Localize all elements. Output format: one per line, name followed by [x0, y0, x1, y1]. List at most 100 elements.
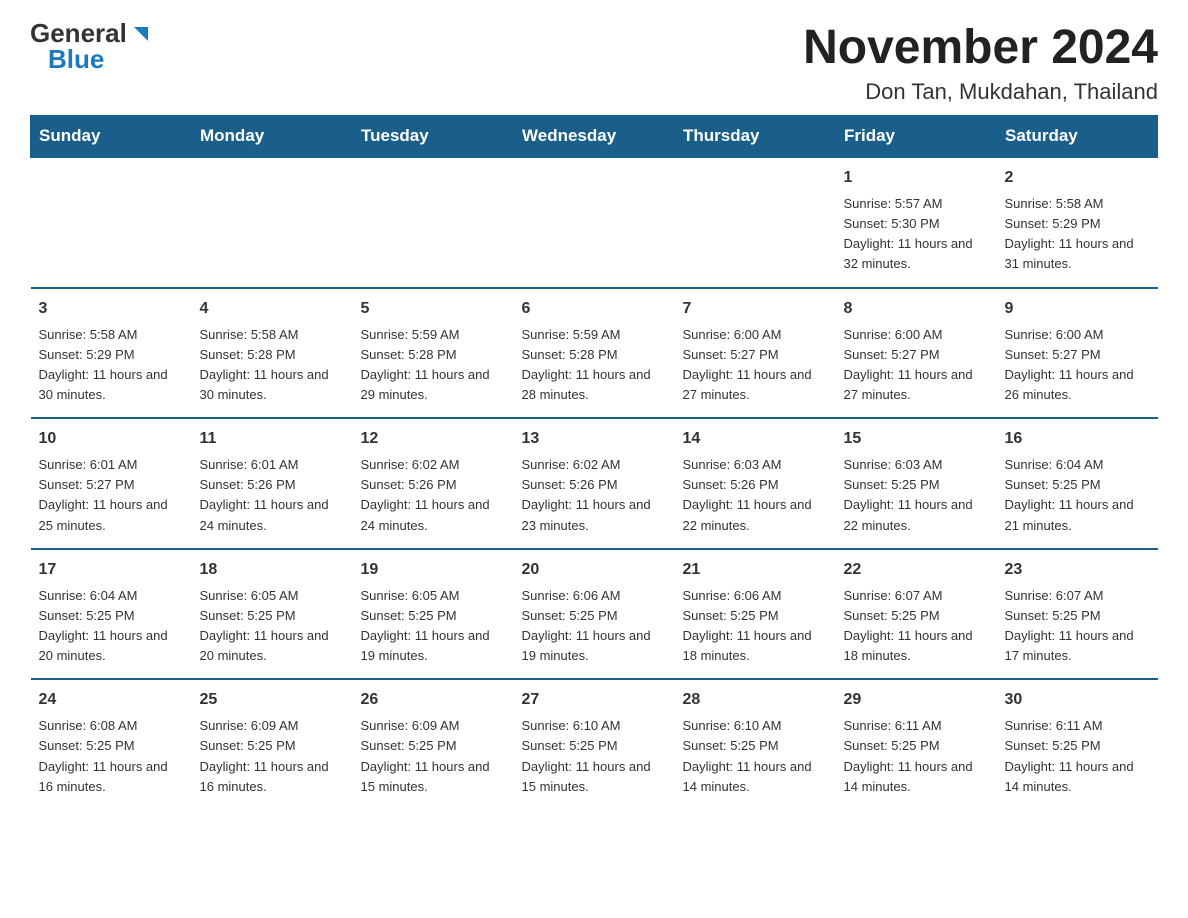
table-row: 6 Sunrise: 5:59 AMSunset: 5:28 PMDaylight… [514, 288, 675, 419]
table-row: 24 Sunrise: 6:08 AMSunset: 5:25 PMDayligh… [31, 679, 192, 809]
day-number: 30 [1005, 688, 1150, 712]
logo: General Blue [30, 20, 152, 73]
table-row: 17Sunrise: 6:04 AMSunset: 5:25 PMDayligh… [31, 549, 192, 680]
day-number: 12 [361, 427, 506, 451]
day-detail: Sunrise: 6:08 AMSunset: 5:25 PMDaylight:… [39, 716, 184, 797]
table-row: 30 Sunrise: 6:11 AMSunset: 5:25 PMDayligh… [997, 679, 1158, 809]
day-number: 19 [361, 558, 506, 582]
day-number: 21 [683, 558, 828, 582]
day-number: 17 [39, 558, 184, 582]
table-row: 16 Sunrise: 6:04 AMSunset: 5:25 PMDayligh… [997, 418, 1158, 549]
day-number: 4 [200, 297, 345, 321]
table-row [353, 157, 514, 288]
logo-triangle-icon [130, 23, 152, 45]
table-row: 20Sunrise: 6:06 AMSunset: 5:25 PMDayligh… [514, 549, 675, 680]
day-number: 6 [522, 297, 667, 321]
table-row: 14 Sunrise: 6:03 AMSunset: 5:26 PMDayligh… [675, 418, 836, 549]
table-row [675, 157, 836, 288]
day-number: 18 [200, 558, 345, 582]
day-detail: Sunrise: 6:01 AMSunset: 5:26 PMDaylight:… [200, 455, 345, 536]
table-row: 8Sunrise: 6:00 AMSunset: 5:27 PMDaylight… [836, 288, 997, 419]
day-number: 26 [361, 688, 506, 712]
header-tuesday: Tuesday [353, 116, 514, 158]
table-row: 1 Sunrise: 5:57 AMSunset: 5:30 PMDaylight… [836, 157, 997, 288]
day-number: 5 [361, 297, 506, 321]
day-detail: Sunrise: 6:00 AMSunset: 5:27 PMDaylight:… [683, 325, 828, 406]
day-detail: Sunrise: 6:06 AMSunset: 5:25 PMDaylight:… [683, 586, 828, 667]
day-number: 27 [522, 688, 667, 712]
table-row: 26 Sunrise: 6:09 AMSunset: 5:25 PMDayligh… [353, 679, 514, 809]
table-row [514, 157, 675, 288]
day-number: 13 [522, 427, 667, 451]
day-detail: Sunrise: 6:07 AMSunset: 5:25 PMDaylight:… [1005, 586, 1150, 667]
day-detail: Sunrise: 6:11 AMSunset: 5:25 PMDaylight:… [1005, 716, 1150, 797]
logo-blue-text: Blue [48, 44, 104, 74]
day-number: 28 [683, 688, 828, 712]
header-saturday: Saturday [997, 116, 1158, 158]
day-number: 10 [39, 427, 184, 451]
day-detail: Sunrise: 6:01 AMSunset: 5:27 PMDaylight:… [39, 455, 184, 536]
day-detail: Sunrise: 5:59 AMSunset: 5:28 PMDaylight:… [361, 325, 506, 406]
table-row: 25Sunrise: 6:09 AMSunset: 5:25 PMDayligh… [192, 679, 353, 809]
table-row: 22 Sunrise: 6:07 AMSunset: 5:25 PMDayligh… [836, 549, 997, 680]
day-number: 1 [844, 166, 989, 190]
table-row: 5 Sunrise: 5:59 AMSunset: 5:28 PMDaylight… [353, 288, 514, 419]
day-number: 29 [844, 688, 989, 712]
day-detail: Sunrise: 6:07 AMSunset: 5:25 PMDaylight:… [844, 586, 989, 667]
day-number: 11 [200, 427, 345, 451]
day-detail: Sunrise: 6:03 AMSunset: 5:25 PMDaylight:… [844, 455, 989, 536]
calendar-header-row: Sunday Monday Tuesday Wednesday Thursday… [31, 116, 1158, 158]
day-detail: Sunrise: 6:11 AMSunset: 5:25 PMDaylight:… [844, 716, 989, 797]
table-row: 27Sunrise: 6:10 AMSunset: 5:25 PMDayligh… [514, 679, 675, 809]
table-row [192, 157, 353, 288]
day-number: 22 [844, 558, 989, 582]
header-wednesday: Wednesday [514, 116, 675, 158]
day-detail: Sunrise: 5:58 AMSunset: 5:29 PMDaylight:… [39, 325, 184, 406]
table-row: 21 Sunrise: 6:06 AMSunset: 5:25 PMDayligh… [675, 549, 836, 680]
day-number: 9 [1005, 297, 1150, 321]
day-detail: Sunrise: 6:09 AMSunset: 5:25 PMDaylight:… [200, 716, 345, 797]
calendar-week-row: 1 Sunrise: 5:57 AMSunset: 5:30 PMDaylight… [31, 157, 1158, 288]
table-row: 13Sunrise: 6:02 AMSunset: 5:26 PMDayligh… [514, 418, 675, 549]
calendar-table: Sunday Monday Tuesday Wednesday Thursday… [30, 115, 1158, 809]
day-number: 23 [1005, 558, 1150, 582]
day-detail: Sunrise: 6:05 AMSunset: 5:25 PMDaylight:… [200, 586, 345, 667]
day-detail: Sunrise: 6:03 AMSunset: 5:26 PMDaylight:… [683, 455, 828, 536]
table-row [31, 157, 192, 288]
table-row: 4Sunrise: 5:58 AMSunset: 5:28 PMDaylight… [192, 288, 353, 419]
logo-general-text: General [30, 20, 127, 46]
header-sunday: Sunday [31, 116, 192, 158]
table-row: 11 Sunrise: 6:01 AMSunset: 5:26 PMDayligh… [192, 418, 353, 549]
calendar-week-row: 24 Sunrise: 6:08 AMSunset: 5:25 PMDayligh… [31, 679, 1158, 809]
table-row: 10 Sunrise: 6:01 AMSunset: 5:27 PMDayligh… [31, 418, 192, 549]
day-number: 3 [39, 297, 184, 321]
table-row: 18 Sunrise: 6:05 AMSunset: 5:25 PMDayligh… [192, 549, 353, 680]
day-detail: Sunrise: 5:58 AMSunset: 5:29 PMDaylight:… [1005, 194, 1150, 275]
table-row: 12 Sunrise: 6:02 AMSunset: 5:26 PMDayligh… [353, 418, 514, 549]
table-row: 15 Sunrise: 6:03 AMSunset: 5:25 PMDayligh… [836, 418, 997, 549]
day-number: 16 [1005, 427, 1150, 451]
table-row: 7 Sunrise: 6:00 AMSunset: 5:27 PMDaylight… [675, 288, 836, 419]
day-number: 8 [844, 297, 989, 321]
day-detail: Sunrise: 5:57 AMSunset: 5:30 PMDaylight:… [844, 194, 989, 275]
day-number: 24 [39, 688, 184, 712]
location-subtitle: Don Tan, Mukdahan, Thailand [803, 79, 1158, 105]
calendar-week-row: 3 Sunrise: 5:58 AMSunset: 5:29 PMDaylight… [31, 288, 1158, 419]
calendar-week-row: 17Sunrise: 6:04 AMSunset: 5:25 PMDayligh… [31, 549, 1158, 680]
day-detail: Sunrise: 5:59 AMSunset: 5:28 PMDaylight:… [522, 325, 667, 406]
header-monday: Monday [192, 116, 353, 158]
day-detail: Sunrise: 6:09 AMSunset: 5:25 PMDaylight:… [361, 716, 506, 797]
day-detail: Sunrise: 6:10 AMSunset: 5:25 PMDaylight:… [683, 716, 828, 797]
title-block: November 2024 Don Tan, Mukdahan, Thailan… [803, 20, 1158, 105]
page-header: General Blue November 2024 Don Tan, Mukd… [30, 20, 1158, 105]
table-row: 2 Sunrise: 5:58 AMSunset: 5:29 PMDaylight… [997, 157, 1158, 288]
day-number: 15 [844, 427, 989, 451]
day-detail: Sunrise: 6:02 AMSunset: 5:26 PMDaylight:… [361, 455, 506, 536]
month-year-title: November 2024 [803, 20, 1158, 75]
table-row: 28 Sunrise: 6:10 AMSunset: 5:25 PMDayligh… [675, 679, 836, 809]
day-number: 7 [683, 297, 828, 321]
day-number: 14 [683, 427, 828, 451]
table-row: 23 Sunrise: 6:07 AMSunset: 5:25 PMDayligh… [997, 549, 1158, 680]
day-number: 2 [1005, 166, 1150, 190]
day-detail: Sunrise: 6:04 AMSunset: 5:25 PMDaylight:… [1005, 455, 1150, 536]
